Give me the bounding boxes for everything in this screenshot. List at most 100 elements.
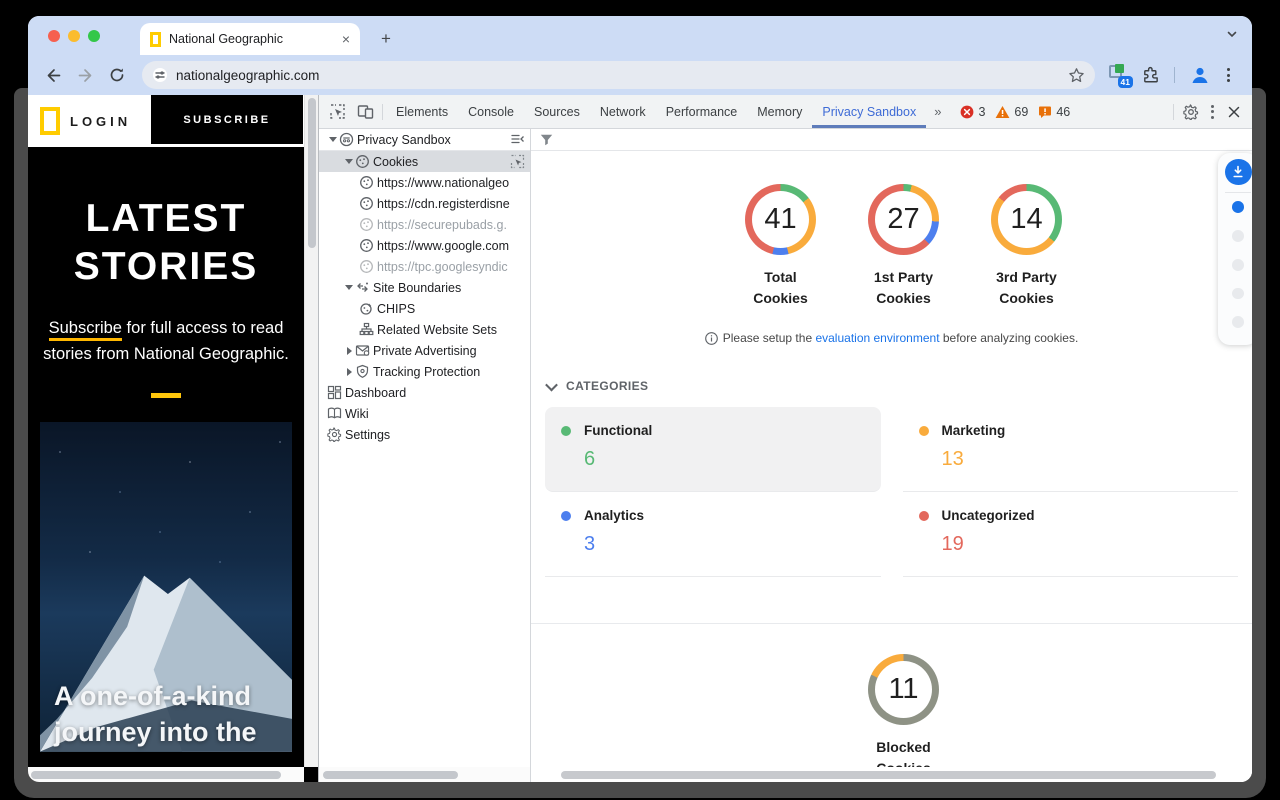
profile-avatar[interactable]: [1189, 64, 1211, 86]
page-vertical-scrollbar[interactable]: [304, 95, 318, 767]
privacy-sandbox-icon: [339, 132, 357, 147]
devtools-tab-privacy-sandbox[interactable]: Privacy Sandbox: [812, 95, 926, 128]
maximize-window-button[interactable]: [88, 30, 100, 42]
category-label: Functional: [584, 423, 652, 438]
extensions-puzzle-icon[interactable]: [1141, 66, 1160, 85]
tab-list-chevron-icon[interactable]: [1226, 28, 1238, 40]
download-report-button[interactable]: [1225, 159, 1252, 185]
minimize-window-button[interactable]: [68, 30, 80, 42]
category-marketing[interactable]: Marketing 13: [903, 407, 1239, 492]
expand-arrow-icon[interactable]: [343, 368, 355, 376]
tree-item-url[interactable]: https://tpc.googlesyndic: [319, 256, 530, 277]
cookie-extension-icon[interactable]: 41: [1107, 64, 1131, 86]
expand-arrow-icon[interactable]: [343, 159, 355, 164]
subscribe-inline-link[interactable]: Subscribe: [49, 319, 122, 341]
devtools-tab-memory[interactable]: Memory: [747, 95, 812, 128]
collapse-sidebar-icon[interactable]: [510, 132, 525, 146]
chevron-down-icon[interactable]: [545, 378, 558, 391]
first-party-cookies-donut: 27 1st PartyCookies: [846, 184, 962, 309]
expand-arrow-icon[interactable]: [343, 285, 355, 290]
reload-button[interactable]: [104, 62, 130, 88]
content-horizontal-scrollbar[interactable]: [531, 767, 1252, 782]
address-bar[interactable]: nationalgeographic.com: [142, 61, 1095, 89]
tree-item-wiki[interactable]: Wiki: [319, 403, 530, 424]
expand-arrow-icon[interactable]: [343, 347, 355, 355]
tab-title: National Geographic: [169, 32, 334, 46]
donut-label: Blocked: [846, 737, 962, 758]
back-button[interactable]: [40, 62, 66, 88]
category-count: 13: [942, 448, 1223, 471]
tree-item-settings[interactable]: Settings: [319, 424, 530, 445]
categories-header[interactable]: CATEGORIES: [547, 379, 1252, 393]
devtools-close-icon[interactable]: [1220, 99, 1248, 125]
bookmark-star-icon[interactable]: [1068, 67, 1085, 84]
page-horizontal-scrollbar[interactable]: [28, 767, 304, 782]
tab-close-icon[interactable]: ×: [342, 32, 350, 46]
webpage-viewport: LOGIN SUBSCRIBE LATEST STORIES Subscribe…: [28, 95, 318, 782]
rail-step-dot-active[interactable]: [1232, 201, 1244, 213]
rail-step-dot[interactable]: [1232, 288, 1244, 300]
book-icon: [327, 406, 345, 421]
category-functional[interactable]: Functional 6: [545, 407, 881, 492]
rail-step-dot[interactable]: [1232, 316, 1244, 328]
tree-item-url[interactable]: https://securepubads.g.: [319, 214, 530, 235]
donut-value: 11: [868, 654, 939, 725]
console-errors-badge[interactable]: 3: [960, 105, 985, 119]
donut-label: Cookies: [846, 288, 962, 309]
donut-label: Total: [723, 267, 839, 288]
tree-item-private-advertising[interactable]: Private Advertising: [319, 340, 530, 361]
info-icon: [705, 332, 718, 345]
tree-item-privacy-sandbox[interactable]: Privacy Sandbox: [319, 129, 530, 151]
errors-count: 3: [978, 105, 985, 119]
login-link[interactable]: LOGIN: [70, 114, 131, 129]
console-warnings-badge[interactable]: 69: [995, 105, 1028, 119]
tree-item-related-website-sets[interactable]: Related Website Sets: [319, 319, 530, 340]
third-party-cookies-donut: 14 3rd PartyCookies: [969, 184, 1085, 309]
evaluation-environment-link[interactable]: evaluation environment: [815, 331, 939, 345]
site-header: LOGIN SUBSCRIBE: [28, 95, 318, 147]
device-toolbar-icon[interactable]: [351, 99, 379, 125]
tree-item-cookies[interactable]: Cookies: [319, 151, 530, 172]
browser-tab[interactable]: National Geographic ×: [140, 23, 360, 55]
floating-side-toolbar: [1218, 153, 1252, 345]
subscribe-button[interactable]: SUBSCRIBE: [151, 95, 303, 144]
devtools-tab-network[interactable]: Network: [590, 95, 656, 128]
devtools-tab-console[interactable]: Console: [458, 95, 524, 128]
browser-menu-kebab-icon[interactable]: [1221, 68, 1236, 82]
devtools-menu-kebab-icon[interactable]: [1205, 105, 1220, 119]
tree-item-tracking-protection[interactable]: Tracking Protection: [319, 361, 530, 382]
tree-horizontal-scrollbar[interactable]: [319, 767, 530, 782]
categories-grid: Functional 6 Marketing 13 Analytics 3: [545, 407, 1238, 577]
inspect-icon[interactable]: [510, 154, 525, 169]
more-tabs-icon[interactable]: »: [926, 104, 948, 119]
tree-item-chips[interactable]: CHIPS: [319, 298, 530, 319]
donut-chart: 41: [745, 184, 816, 255]
inspect-element-icon[interactable]: [323, 99, 351, 125]
tree-item-url[interactable]: https://cdn.registerdisne: [319, 193, 530, 214]
category-analytics[interactable]: Analytics 3: [545, 492, 881, 577]
filter-funnel-icon[interactable]: [540, 134, 553, 146]
story-card[interactable]: A one-of-a-kind journey into the Amazon: [40, 422, 292, 752]
devtools-tab-performance[interactable]: Performance: [656, 95, 748, 128]
rail-step-dot[interactable]: [1232, 230, 1244, 242]
rail-step-dot[interactable]: [1232, 259, 1244, 271]
donut-value: 27: [868, 184, 939, 255]
new-tab-button[interactable]: +: [373, 26, 399, 52]
expand-arrow-icon[interactable]: [327, 137, 339, 142]
tree-item-dashboard[interactable]: Dashboard: [319, 382, 530, 403]
tree-item-url[interactable]: https://www.nationalgeo: [319, 172, 530, 193]
issues-count: 46: [1056, 105, 1070, 119]
devtools-tab-bar: Elements Console Sources Network Perform…: [319, 95, 1252, 129]
tune-icon[interactable]: [152, 67, 168, 83]
tree-item-site-boundaries[interactable]: Site Boundaries: [319, 277, 530, 298]
issues-badge[interactable]: 46: [1038, 105, 1070, 119]
tree-item-url[interactable]: https://www.google.com: [319, 235, 530, 256]
close-window-button[interactable]: [48, 30, 60, 42]
devtools-tab-elements[interactable]: Elements: [386, 95, 458, 128]
devtools-tab-sources[interactable]: Sources: [524, 95, 590, 128]
forward-button[interactable]: [72, 62, 98, 88]
natgeo-logo[interactable]: [40, 107, 60, 135]
category-uncategorized[interactable]: Uncategorized 19: [903, 492, 1239, 577]
devtools-settings-gear-icon[interactable]: [1177, 99, 1205, 125]
url-text[interactable]: nationalgeographic.com: [176, 68, 1060, 83]
